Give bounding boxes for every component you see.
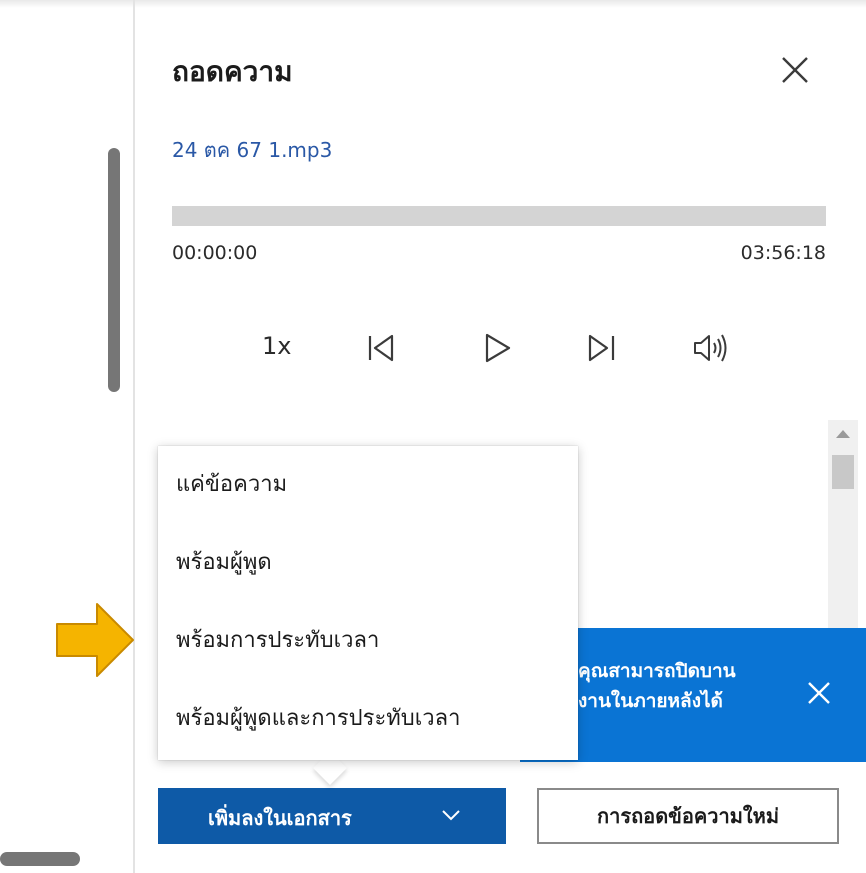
skip-forward-button[interactable] <box>582 328 622 368</box>
notification-text: คุณสามารถปิดบาน งานในภายหลังได้ <box>578 656 736 716</box>
pane-divider <box>133 0 135 873</box>
playback-progress-bar[interactable] <box>172 206 826 226</box>
add-to-document-label: เพิ่มลงในเอกสาร <box>208 806 352 830</box>
notification-line-2: งานในภายหลังได้ <box>578 690 723 712</box>
play-icon <box>485 333 511 363</box>
audio-file-link[interactable]: 24 ตค 67 1.mp3 <box>172 134 332 166</box>
pane-title: ถอดความ <box>172 55 293 88</box>
horizontal-scrollbar-thumb[interactable] <box>0 852 80 866</box>
transcribe-pane: ถอดความ 24 ตค 67 1.mp3 00:00:00 03:56:18… <box>0 0 866 873</box>
top-shadow <box>0 0 866 8</box>
annotation-arrow-icon <box>56 603 134 677</box>
volume-button[interactable] <box>690 328 730 368</box>
time-total: 03:56:18 <box>740 242 826 264</box>
transcript-scrollbar-thumb[interactable] <box>832 455 854 489</box>
skip-back-icon <box>368 334 394 362</box>
new-transcription-button[interactable]: การถอดข้อความใหม่ <box>537 788 839 844</box>
notification-line-1: คุณสามารถปิดบาน <box>578 660 736 682</box>
playback-speed-button[interactable]: 1x <box>262 332 291 360</box>
time-elapsed: 00:00:00 <box>172 242 258 264</box>
player-controls: 1x <box>172 318 826 378</box>
scroll-up-arrow-icon[interactable] <box>836 430 850 438</box>
close-pane-button[interactable] <box>775 50 815 90</box>
close-icon <box>782 57 808 83</box>
dismiss-notification-button[interactable] <box>802 676 836 710</box>
menu-item-with-speakers-and-timestamps[interactable]: พร้อมผู้พูดและการประทับเวลา <box>158 680 578 758</box>
menu-item-with-speakers[interactable]: พร้อมผู้พูด <box>158 524 578 602</box>
add-to-document-menu: แค่ข้อความ พร้อมผู้พูด พร้อมการประทับเวล… <box>158 446 578 760</box>
close-icon <box>808 682 830 704</box>
skip-back-button[interactable] <box>362 328 402 368</box>
chevron-down-icon <box>442 810 460 821</box>
menu-item-text-only[interactable]: แค่ข้อความ <box>158 446 578 524</box>
volume-icon <box>694 334 727 362</box>
skip-forward-icon <box>588 334 615 362</box>
add-to-document-button[interactable]: เพิ่มลงในเอกสาร <box>158 788 506 844</box>
menu-item-with-timestamps[interactable]: พร้อมการประทับเวลา <box>158 602 578 680</box>
document-scrollbar-thumb[interactable] <box>108 148 120 392</box>
play-button[interactable] <box>477 328 517 368</box>
transcript-scrollbar[interactable] <box>828 420 858 630</box>
